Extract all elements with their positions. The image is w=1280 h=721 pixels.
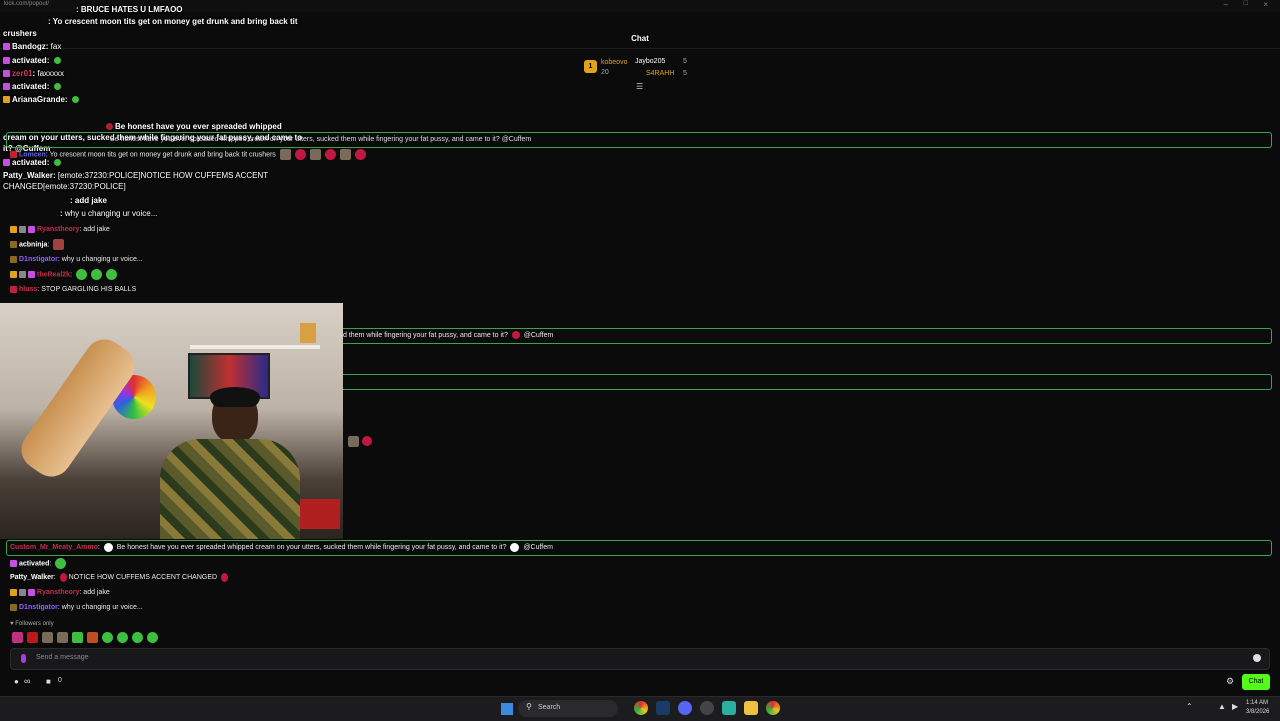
emote[interactable] <box>147 632 158 643</box>
clock-date[interactable]: 3/8/2026 <box>1246 709 1269 715</box>
chat-message[interactable]: Ryanstheory: add jake <box>10 587 110 598</box>
chat-message[interactable]: theReal2k: <box>10 269 119 280</box>
emote <box>348 436 359 447</box>
close-icon[interactable]: × <box>1263 0 1268 9</box>
emote <box>362 436 372 446</box>
emote[interactable] <box>42 632 53 643</box>
send-chat-button[interactable]: Chat <box>1242 674 1270 690</box>
chat-message[interactable]: Lomcen: Yo crescent moon tits get on mon… <box>10 149 368 160</box>
app-icon[interactable] <box>722 701 736 715</box>
overlay-line: crushers <box>3 29 37 38</box>
taskbar-search[interactable]: ⚲ Search <box>518 700 618 717</box>
chat-header: Chat <box>0 30 1280 49</box>
volume-icon[interactable]: ▶ <box>1232 702 1238 711</box>
emote-bar <box>10 632 160 644</box>
emote[interactable] <box>132 632 143 643</box>
chat-message[interactable]: acbninja: <box>10 239 66 250</box>
maximize-icon[interactable]: □ <box>1244 0 1248 7</box>
leader-second-name[interactable]: Jaybo205 <box>635 58 665 65</box>
chat-message[interactable]: Patty_Walker: NOTICE HOW CUFFEMS ACCENT … <box>10 572 230 583</box>
heart-icon: ♥ <box>10 621 14 627</box>
overlay-line: : BRUCE HATES U LMFAOO <box>76 5 183 14</box>
wall-shelf <box>190 345 320 349</box>
emote[interactable] <box>57 632 68 643</box>
emote[interactable] <box>102 632 113 643</box>
chat-message[interactable]: Be honest have you ever spreaded whipped… <box>110 134 531 145</box>
overlay-line: Patty_Walker: [emote:37230:POLICE]NOTICE… <box>3 171 269 180</box>
minimize-icon[interactable]: – <box>1224 0 1228 9</box>
smiley-icon[interactable] <box>1253 654 1261 662</box>
wifi-icon[interactable]: ▲ <box>1218 702 1226 711</box>
leader-third-value: 5 <box>683 70 687 77</box>
clock-time[interactable]: 1:14 AM <box>1246 700 1268 706</box>
chat-message-partial[interactable]: d them while fingering your fat pussy, a… <box>343 330 553 341</box>
gift-count: 0 <box>58 677 62 684</box>
framed-picture <box>300 323 316 343</box>
users-icon[interactable]: ● <box>14 677 19 686</box>
emote[interactable] <box>117 632 128 643</box>
message-input-box[interactable]: Send a message <box>10 648 1270 670</box>
overlay-line: CHANGED[emote:37230:POLICE] <box>3 182 126 191</box>
app-icon[interactable] <box>700 701 714 715</box>
chat-title: Chat <box>631 34 649 43</box>
emote[interactable] <box>27 632 38 643</box>
overlay-line: zer01: faxxxxx <box>3 69 64 79</box>
rank-one-icon: 1 <box>584 60 597 73</box>
expand-leaderboard-icon[interactable]: ☰ <box>636 82 643 91</box>
gift-icon[interactable]: ■ <box>46 677 51 686</box>
leader-first-value: 20 <box>601 69 609 76</box>
leader-first-name[interactable]: kobeovo <box>601 59 627 66</box>
chat-footer: ● ∞ ■ 0 ⚙ Chat <box>0 672 1280 692</box>
discord-icon[interactable] <box>678 701 692 715</box>
chat-message[interactable]: D1nstigator: why u changing ur voice... <box>10 254 143 265</box>
windows-start-icon[interactable] <box>501 703 513 715</box>
search-placeholder: Search <box>538 704 561 711</box>
chat-message[interactable]: hluss: STOP GARGLING HIS BALLS <box>10 284 136 295</box>
taskbar: ⚲ Search ⌃ ▲ ▶ 1:14 AM 3/8/2026 <box>0 696 1280 721</box>
webcam-video <box>0 303 343 539</box>
viewer-count: ∞ <box>24 676 31 686</box>
tray-chevron-icon[interactable]: ⌃ <box>1186 702 1193 711</box>
emote-picker-icon[interactable] <box>21 654 26 663</box>
overlay-line: : why u changing ur voice... <box>60 209 158 218</box>
overlay-line: activated: <box>3 56 63 66</box>
overlay-line: activated: <box>3 82 63 92</box>
leader-third-name[interactable]: S4RAHH <box>646 70 674 77</box>
leader-second-value: 5 <box>683 58 687 65</box>
chat-message[interactable]: Custom_Mr_Meaty_Ammo: Be honest have you… <box>10 542 553 553</box>
window-titlebar: kick.com/popout/ – □ × <box>0 0 1280 12</box>
chat-message[interactable]: D1nstigator: why u changing ur voice... <box>10 602 143 613</box>
chrome-icon[interactable] <box>634 701 648 715</box>
search-icon: ⚲ <box>526 702 532 711</box>
overlay-line: Bandogz: fax <box>3 42 61 52</box>
chat-message[interactable]: Ryanstheory: add jake <box>10 224 110 235</box>
file-explorer-icon[interactable] <box>744 701 758 715</box>
emote[interactable] <box>72 632 83 643</box>
overlay-line: ArianaGrande: <box>3 95 81 105</box>
settings-icon[interactable]: ⚙ <box>1226 676 1234 687</box>
followers-only-notice: ♥ Followers only <box>10 621 54 627</box>
emote[interactable] <box>12 632 23 643</box>
steam-icon[interactable] <box>656 701 670 715</box>
message-input[interactable]: Send a message <box>36 654 89 661</box>
chat-message[interactable]: activated: <box>10 558 68 569</box>
overlay-line: : add jake <box>70 196 107 205</box>
chrome-icon[interactable] <box>766 701 780 715</box>
window-url: kick.com/popout/ <box>4 1 50 7</box>
emote[interactable] <box>87 632 98 643</box>
gift-leaderboard: 1 kobeovo 20 Jaybo205 5 S4RAHH 5 <box>584 58 704 82</box>
overlay-line: : Yo crescent moon tits get on money get… <box>48 17 298 26</box>
red-box <box>300 499 340 529</box>
overlay-line: Be honest have you ever spreaded whipped <box>104 122 282 132</box>
streamer <box>150 387 300 539</box>
